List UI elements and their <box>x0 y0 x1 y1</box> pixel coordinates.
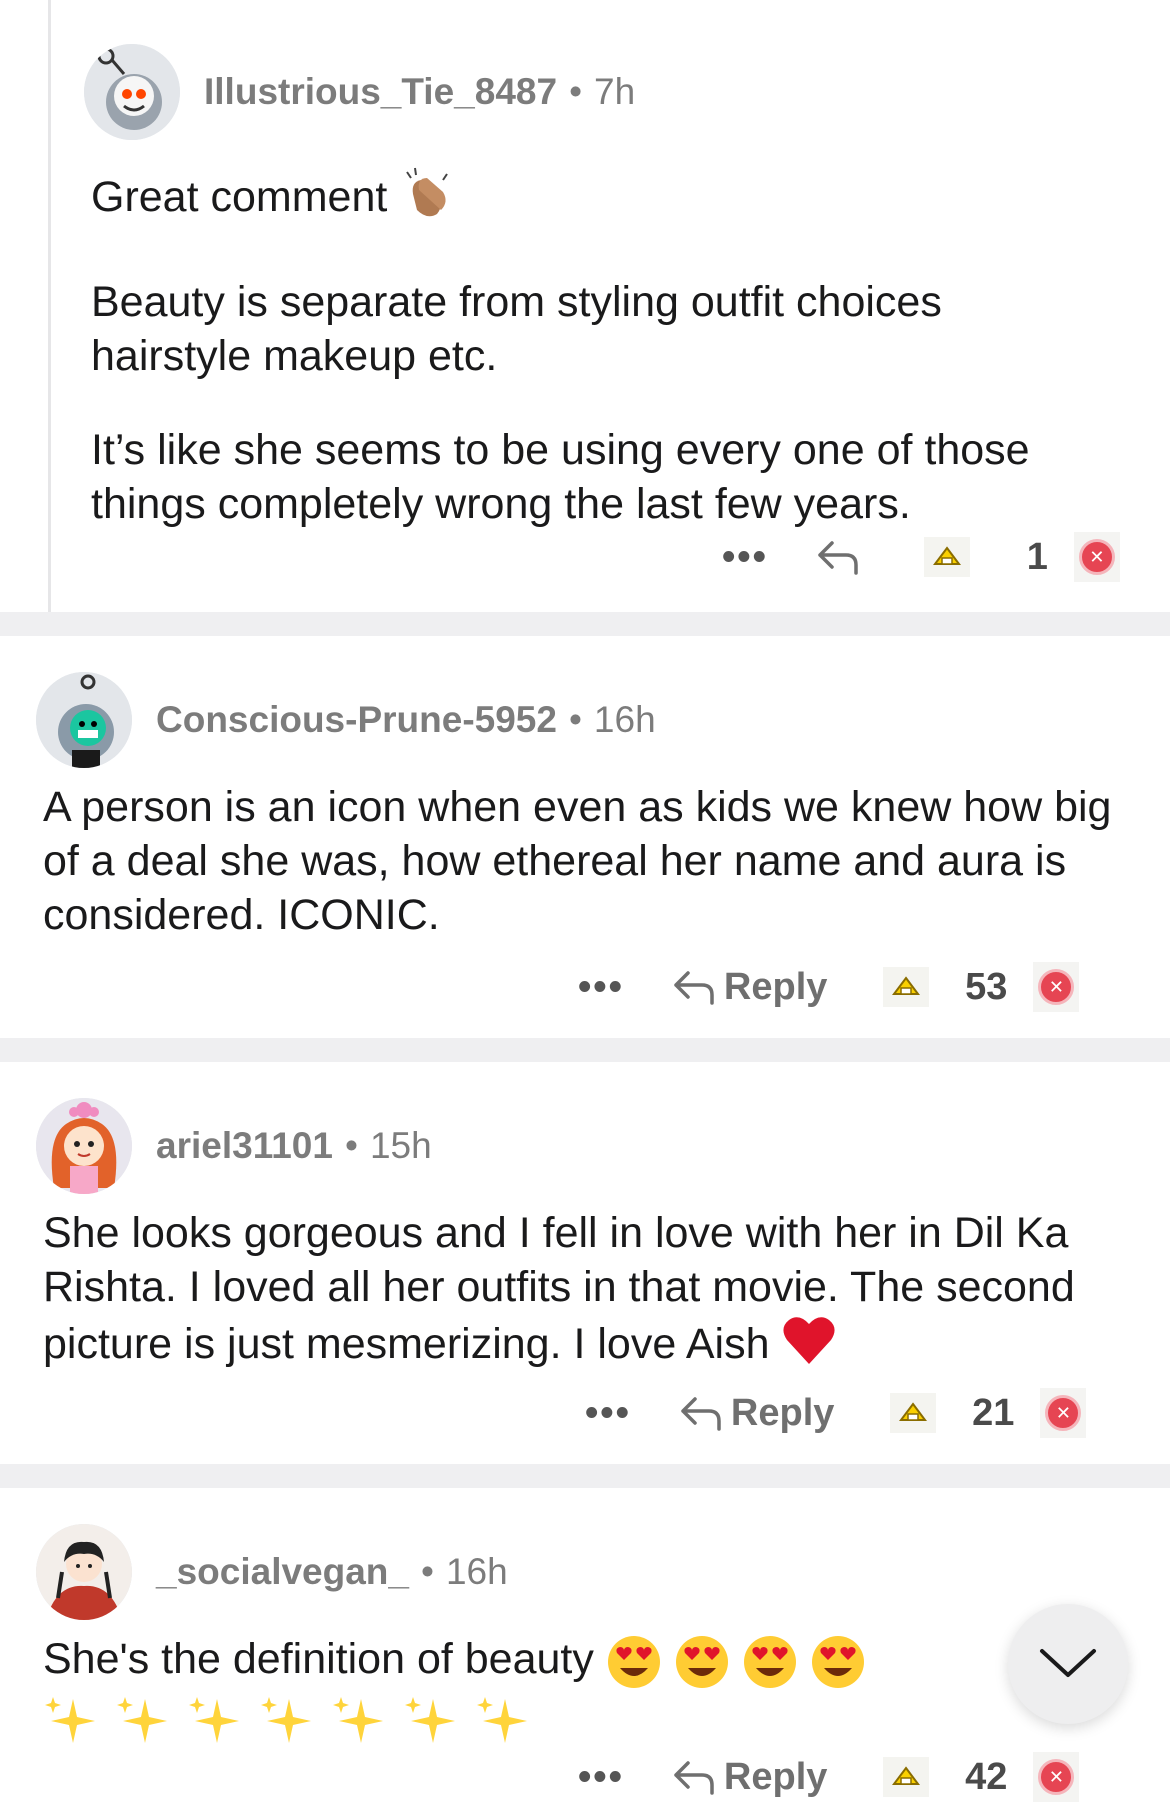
more-options-button[interactable]: ••• <box>722 536 768 579</box>
comment-separator <box>0 1038 1170 1062</box>
username[interactable]: ariel31101 <box>156 1125 333 1167</box>
upvote-arrow-icon <box>892 1766 921 1785</box>
upvote-arrow-icon <box>892 976 921 995</box>
downvote-icon: ✕ <box>1078 539 1115 575</box>
user-avatar[interactable] <box>84 44 180 140</box>
reply-button[interactable] <box>816 539 868 575</box>
comment-body: She's the definition of beauty <box>43 1632 943 1747</box>
vote-count: 21 <box>972 1391 1015 1434</box>
meta-separator: • <box>344 1125 358 1166</box>
user-avatar[interactable] <box>36 1524 132 1620</box>
downvote-icon: ✕ <box>1038 1759 1075 1795</box>
upvote-button[interactable] <box>883 1757 930 1797</box>
reply-arrow-icon <box>674 971 714 1005</box>
downvote-icon: ✕ <box>1045 1395 1082 1431</box>
meta-separator: • <box>569 71 583 112</box>
downvote-icon: ✕ <box>1038 969 1075 1005</box>
timestamp: 7h <box>594 71 636 112</box>
clapping-hands-icon <box>399 164 457 235</box>
reply-button[interactable]: Reply <box>672 1756 827 1799</box>
username[interactable]: _socialvegan_ <box>156 1551 409 1593</box>
comment-card: ariel31101 • 15h She looks gorgeous and … <box>0 1062 1170 1464</box>
downvote-button[interactable]: ✕ <box>1073 532 1120 582</box>
reply-button[interactable]: Reply <box>672 966 827 1009</box>
vote-count: 1 <box>1026 535 1048 578</box>
comment-body: A person is an icon when even as kids we… <box>43 780 1123 982</box>
comment-paragraph: She's the definition of beauty <box>43 1635 594 1683</box>
reply-arrow-icon <box>681 1397 721 1431</box>
heart-eyes-icon <box>811 1635 864 1688</box>
user-avatar[interactable] <box>36 672 132 768</box>
comment-separator <box>0 1464 1170 1488</box>
upvote-arrow-icon <box>932 546 961 565</box>
more-options-button[interactable]: ••• <box>578 1756 624 1799</box>
comment-paragraph: A person is an icon when even as kids we… <box>43 783 1112 939</box>
reply-arrow-icon <box>674 1761 714 1795</box>
comment-paragraph: It’s like she seems to be using every on… <box>91 426 1030 528</box>
downvote-button[interactable]: ✕ <box>1040 1388 1087 1438</box>
heart-eyes-icon <box>675 1635 728 1688</box>
username[interactable]: Conscious-Prune-5952 <box>156 699 557 741</box>
downvote-button[interactable]: ✕ <box>1033 962 1080 1012</box>
sparkles-icon <box>260 1697 311 1744</box>
sparkles-icon <box>332 1697 383 1744</box>
comment-body: Great comment Beauty is separate from st… <box>91 164 1111 571</box>
heart-eyes-icon <box>743 1635 796 1688</box>
more-options-button[interactable]: ••• <box>578 966 624 1009</box>
timestamp: 16h <box>445 1551 508 1592</box>
downvote-button[interactable]: ✕ <box>1033 1752 1080 1802</box>
meta-separator: • <box>420 1551 434 1592</box>
user-avatar[interactable] <box>36 1098 132 1194</box>
sparkles-icon <box>188 1697 239 1744</box>
comment-card: Conscious-Prune-5952 • 16h A person is a… <box>0 636 1170 1038</box>
reply-button[interactable]: Reply <box>679 1392 834 1435</box>
upvote-arrow-icon <box>899 1402 928 1421</box>
upvote-button[interactable] <box>883 967 930 1007</box>
upvote-button[interactable] <box>923 537 970 577</box>
meta-separator: • <box>568 699 582 740</box>
timestamp: 16h <box>593 699 656 740</box>
sparkles-icon <box>116 1697 167 1744</box>
username[interactable]: Illustrious_Tie_8487 <box>204 71 557 113</box>
comment-paragraph: Beauty is separate from styling outfit c… <box>91 278 942 380</box>
heart-eyes-icon <box>607 1635 660 1688</box>
sparkles-emoji-row <box>43 1692 943 1748</box>
vote-count: 42 <box>965 1755 1008 1798</box>
vote-count: 53 <box>965 965 1008 1008</box>
comment-card: _socialvegan_ • 16h She's the definition… <box>0 1488 1170 1802</box>
chevron-down-icon <box>1040 1649 1096 1677</box>
heart-eyes-emoji-row <box>594 1635 866 1688</box>
upvote-button[interactable] <box>890 1393 937 1433</box>
comment-paragraph: Great comment <box>91 172 388 221</box>
comment-card: Illustrious_Tie_8487 • 7h Great comment … <box>0 0 1170 612</box>
comment-separator <box>0 612 1170 636</box>
sparkles-icon <box>404 1697 455 1744</box>
reply-arrow-icon <box>818 541 858 575</box>
sparkles-icon <box>45 1697 95 1744</box>
more-options-button[interactable]: ••• <box>585 1392 631 1435</box>
comment-paragraph: She looks gorgeous and I fell in love wi… <box>43 1209 1075 1368</box>
scroll-down-button[interactable] <box>1008 1604 1128 1724</box>
red-heart-icon <box>781 1314 837 1379</box>
timestamp: 15h <box>369 1125 432 1166</box>
thread-line[interactable] <box>48 0 51 612</box>
sparkles-icon <box>476 1697 527 1744</box>
